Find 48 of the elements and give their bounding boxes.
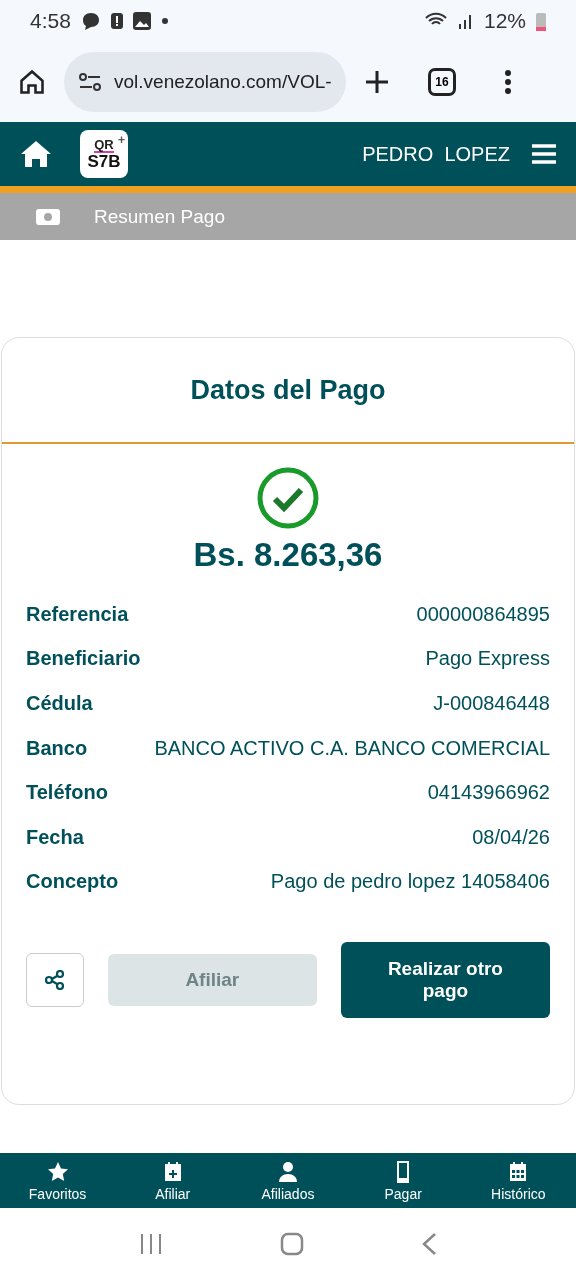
logo[interactable]: QR S7B +	[80, 130, 128, 178]
nav-item[interactable]: Afiliar	[117, 1153, 228, 1208]
detail-label: Concepto	[26, 870, 119, 894]
detail-label: Referencia	[26, 602, 129, 626]
detail-value: Pago Express	[425, 647, 550, 671]
detail-label: Cédula	[26, 692, 93, 715]
home-button-icon[interactable]	[280, 1232, 304, 1256]
home-icon[interactable]	[20, 140, 52, 168]
user-name: PEDRO LOPEZ	[362, 142, 510, 166]
battery-icon	[536, 11, 546, 31]
detail-value: Pago de pedro lopez 14058406	[270, 870, 550, 894]
nav-item[interactable]: Afiliados	[232, 1153, 343, 1208]
plus-icon[interactable]	[364, 69, 390, 95]
dot-icon	[160, 17, 169, 25]
detail-label: Fecha	[26, 825, 84, 849]
primary-button[interactable]: Realizar otro pago	[340, 942, 550, 1019]
status-time: 4:58	[30, 9, 71, 33]
home-icon[interactable]	[18, 68, 46, 96]
nav-item[interactable]: Favoritos	[2, 1153, 113, 1208]
recents-icon[interactable]	[138, 1232, 163, 1256]
detail-label: Teléfono	[26, 781, 108, 805]
site-settings-icon[interactable]	[78, 72, 102, 92]
detail-value: J-000846448	[433, 692, 550, 715]
more-icon[interactable]	[504, 69, 512, 95]
detail-value: 000000864895	[416, 602, 550, 626]
banknote-icon	[36, 208, 60, 225]
page-title: Resumen Pago	[94, 205, 225, 228]
alert-icon	[110, 11, 123, 31]
image-icon	[132, 12, 151, 30]
url-field[interactable]: vol.venezolano.com/VOL-	[64, 52, 346, 112]
detail-value: BANCO ACTIVO C.A. BANCO COMERCIAL	[154, 736, 550, 760]
amount: Bs. 8.263,36	[192, 536, 384, 574]
back-icon[interactable]	[421, 1232, 438, 1256]
signal-icon	[457, 12, 474, 30]
nav-item[interactable]: Histórico	[463, 1153, 574, 1208]
card-title: Datos del Pago	[2, 338, 574, 444]
tab-count-button[interactable]: 16	[428, 68, 456, 96]
detail-value: 04143966962	[427, 781, 550, 805]
menu-icon[interactable]	[532, 143, 556, 165]
detail-label: Beneficiario	[26, 647, 141, 671]
check-circle-icon	[256, 466, 320, 530]
share-icon	[44, 970, 65, 991]
chat-icon	[80, 11, 101, 31]
share-button[interactable]	[26, 953, 84, 1008]
detail-label: Banco	[26, 736, 88, 760]
nav-item[interactable]: Pagar	[348, 1153, 459, 1208]
detail-value: 08/04/26	[472, 825, 550, 849]
battery-percent: 12%	[483, 9, 526, 33]
